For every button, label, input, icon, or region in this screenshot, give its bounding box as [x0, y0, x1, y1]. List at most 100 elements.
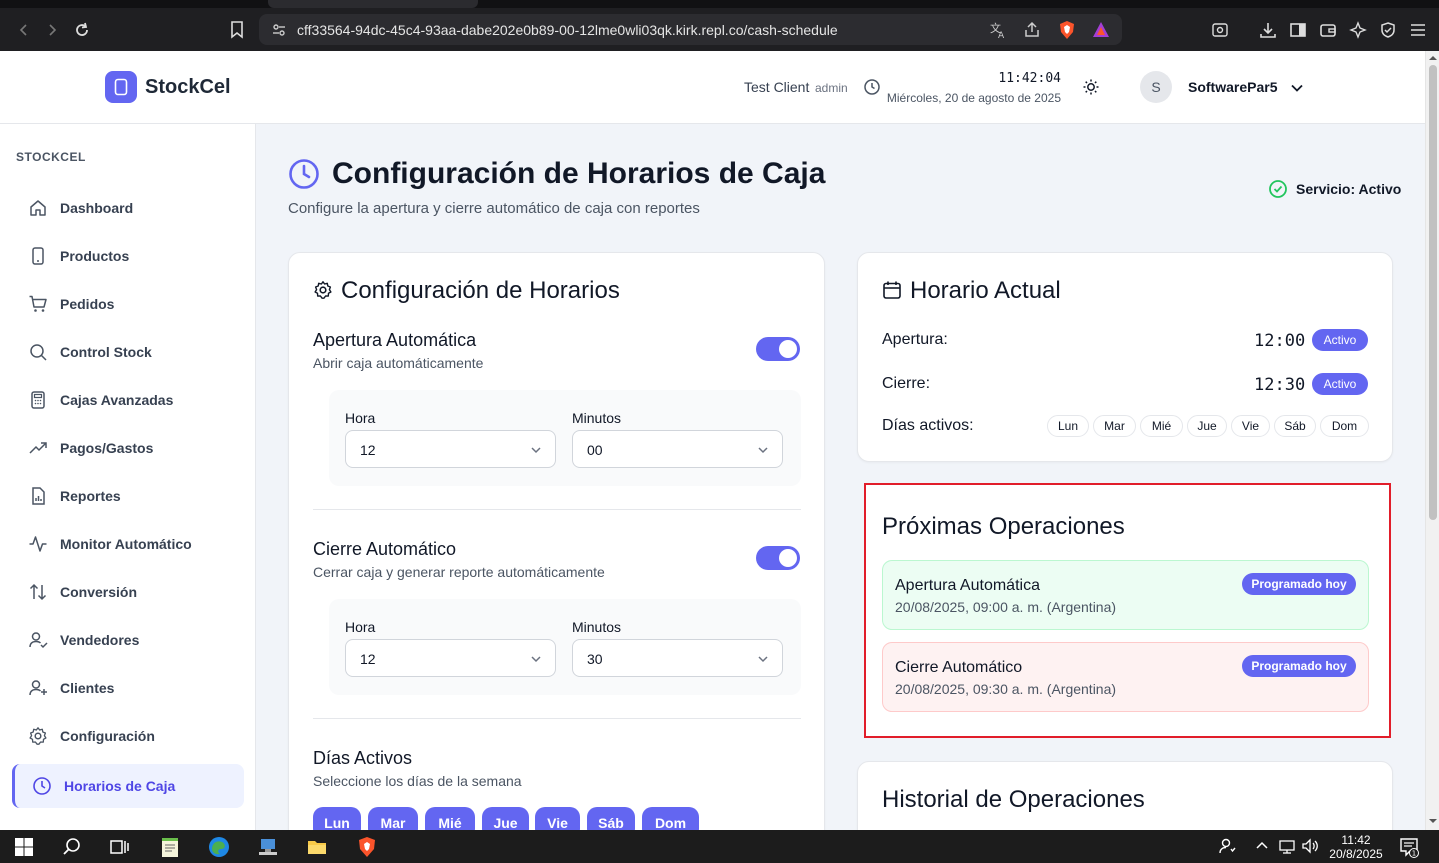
active-days-title: Días Activos	[313, 748, 413, 768]
avatar[interactable]: S	[1140, 71, 1172, 103]
sidebar-item-label: Monitor Automático	[60, 536, 192, 552]
home-icon	[28, 198, 48, 218]
sidebar-item-pagos-gastos[interactable]: Pagos/Gastos	[12, 426, 244, 470]
site-settings-icon[interactable]	[271, 22, 287, 38]
sidebar-item-conversion[interactable]: Conversión	[12, 570, 244, 614]
chevron-down-icon	[529, 652, 543, 666]
sidebar-item-label: Pagos/Gastos	[60, 440, 154, 456]
reader-mode-icon[interactable]	[1208, 18, 1232, 42]
opening-toggle[interactable]	[756, 337, 800, 361]
sidebar-item-monitor-automatico[interactable]: Monitor Automático	[12, 522, 244, 566]
taskbar-date: 20/8/2025	[1329, 847, 1383, 861]
sidebar-item-reportes[interactable]: Reportes	[12, 474, 244, 518]
closing-hour-select[interactable]: 12	[345, 639, 556, 677]
search-icon[interactable]	[61, 836, 83, 858]
opening-minutes-value: 00	[587, 442, 603, 458]
brand-name[interactable]: StockCel	[145, 76, 231, 99]
task-view-icon[interactable]	[108, 836, 130, 858]
service-status: Servicio: Activo	[1268, 179, 1401, 199]
phone-icon	[28, 246, 48, 266]
wallet-icon[interactable]	[1316, 18, 1340, 42]
brave-shields-icon[interactable]	[1057, 20, 1077, 40]
notepad-app-icon[interactable]	[159, 836, 181, 858]
closing-label: Cierre:	[882, 375, 931, 392]
user-plus-icon	[28, 678, 48, 698]
logo-icon[interactable]	[105, 71, 137, 103]
edge-browser-icon[interactable]	[208, 836, 230, 858]
closing-hour-label: Hora	[345, 619, 376, 635]
sidebar-item-productos[interactable]: Productos	[12, 234, 244, 278]
sidebar-item-configuracion[interactable]: Configuración	[12, 714, 244, 758]
file-explorer-icon[interactable]	[306, 836, 328, 858]
sidebar-item-cajas-avanzadas[interactable]: Cajas Avanzadas	[12, 378, 244, 422]
sidebar-item-label: Clientes	[60, 680, 115, 696]
translate-icon[interactable]: 文A	[988, 20, 1008, 40]
opening-minutes-select[interactable]: 00	[572, 430, 783, 468]
active-days-label: Días activos:	[882, 417, 974, 434]
volume-icon[interactable]	[1300, 836, 1322, 858]
page-scrollbar[interactable]	[1425, 51, 1439, 830]
clock-icon	[288, 158, 320, 190]
sidebar-item-pedidos[interactable]: Pedidos	[12, 282, 244, 326]
notification-count: 1	[1412, 850, 1416, 858]
current-card-title: Horario Actual	[910, 277, 1061, 304]
network-app-icon[interactable]	[257, 836, 279, 858]
chevron-down-icon	[756, 652, 770, 666]
url-text: cff33564-94dc-45c4-93aa-dabe202e0b89-00-…	[297, 22, 838, 38]
sidebar-item-dashboard[interactable]: Dashboard	[12, 186, 244, 230]
bookmark-icon[interactable]	[225, 18, 249, 42]
forward-icon[interactable]	[40, 18, 64, 42]
opening-title: Apertura Automática	[313, 330, 477, 350]
user-role: admin	[815, 81, 848, 95]
sun-icon[interactable]	[1082, 78, 1100, 96]
day-chip: Mié	[1140, 415, 1183, 437]
sidebar-toggle-icon[interactable]	[1286, 18, 1310, 42]
chevron-down-icon	[756, 443, 770, 457]
user-name[interactable]: SoftwarePar5	[1188, 79, 1277, 95]
chevron-up-icon[interactable]	[1254, 836, 1276, 858]
calendar-icon	[882, 280, 902, 300]
user-check-icon	[28, 630, 48, 650]
svg-text:A: A	[998, 31, 1005, 40]
chevron-down-icon[interactable]	[1289, 80, 1305, 96]
brave-rewards-icon[interactable]	[1091, 20, 1111, 40]
opening-hour-select[interactable]: 12	[345, 430, 556, 468]
download-icon[interactable]	[1256, 18, 1280, 42]
taskbar-clock[interactable]: 11:42 20/8/2025	[1322, 833, 1390, 861]
network-icon[interactable]	[1277, 836, 1299, 858]
service-status-label: Servicio: Activo	[1296, 181, 1402, 197]
brave-browser-icon[interactable]	[356, 836, 378, 858]
closing-toggle[interactable]	[756, 546, 800, 570]
gear-icon	[28, 726, 48, 746]
current-schedule-card: Horario Actual Apertura: 12:00 Activo Ci…	[857, 252, 1393, 462]
windows-start-icon[interactable]	[13, 836, 35, 858]
opening-time-panel: Hora 12 Minutos 00	[329, 390, 801, 486]
report-icon	[28, 486, 48, 506]
scroll-up-icon[interactable]	[1429, 54, 1437, 62]
opening-minutes-label: Minutos	[572, 410, 622, 426]
sidebar-item-label: Vendedores	[60, 632, 140, 648]
scrollbar-thumb[interactable]	[1429, 65, 1437, 520]
operation-name: Apertura Automática	[895, 577, 1040, 594]
operation-datetime: 20/08/2025, 09:30 a. m. (Argentina)	[895, 681, 1117, 697]
scroll-down-icon[interactable]	[1429, 817, 1437, 825]
browser-active-tab[interactable]	[268, 0, 478, 8]
sidebar-item-vendedores[interactable]: Vendedores	[12, 618, 244, 662]
people-icon[interactable]	[1217, 836, 1239, 858]
check-circle-icon	[1268, 179, 1288, 199]
notifications-icon[interactable]: 1	[1398, 836, 1420, 858]
sidebar-item-label: Productos	[60, 248, 130, 264]
sidebar-item-horarios-de-caja[interactable]: Horarios de Caja	[12, 764, 244, 808]
leo-ai-icon[interactable]	[1346, 18, 1370, 42]
sidebar-item-control-stock[interactable]: Control Stock	[12, 330, 244, 374]
sidebar-item-clientes[interactable]: Clientes	[12, 666, 244, 710]
sidebar-item-label: Reportes	[60, 488, 121, 504]
closing-minutes-select[interactable]: 30	[572, 639, 783, 677]
reload-icon[interactable]	[70, 18, 94, 42]
address-bar[interactable]: cff33564-94dc-45c4-93aa-dabe202e0b89-00-…	[259, 14, 1122, 45]
back-icon[interactable]	[12, 18, 36, 42]
menu-icon[interactable]	[1406, 18, 1430, 42]
share-icon[interactable]	[1022, 20, 1042, 40]
opening-subtitle: Abrir caja automáticamente	[313, 355, 484, 371]
vpn-shield-icon[interactable]	[1376, 18, 1400, 42]
